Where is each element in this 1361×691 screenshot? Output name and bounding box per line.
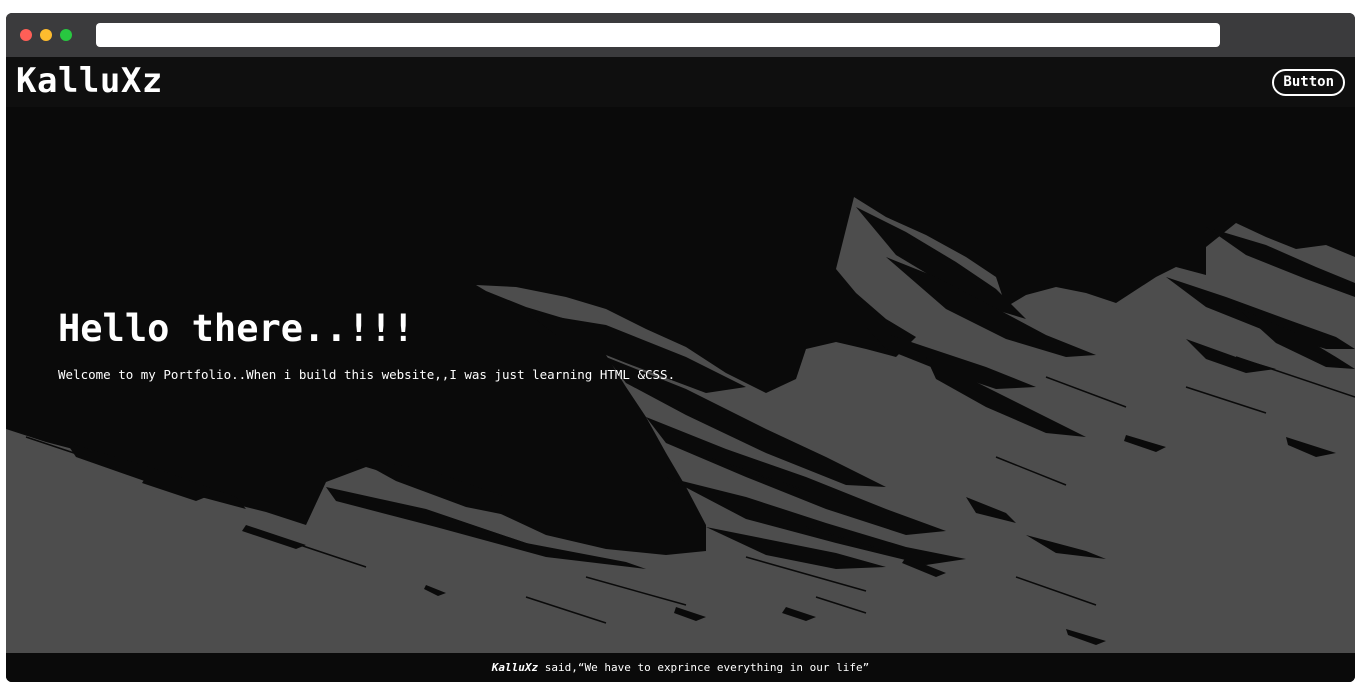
close-dot-icon[interactable] — [20, 29, 32, 41]
footer-quote: said,“We have to exprince everything in … — [538, 661, 870, 674]
nav-button[interactable]: Button — [1272, 69, 1345, 96]
hero-title: Hello there..!!! — [58, 307, 415, 350]
address-bar[interactable] — [96, 23, 1220, 47]
browser-titlebar — [6, 13, 1355, 57]
page-viewport: KalluXz Button Hello there..!!! Welcome … — [6, 57, 1355, 682]
top-navbar: KalluXz Button — [6, 57, 1355, 107]
footer: KalluXz said,“We have to exprince everyt… — [6, 653, 1355, 682]
hero-subtitle: Welcome to my Portfolio..When i build th… — [58, 367, 676, 382]
maximize-dot-icon[interactable] — [60, 29, 72, 41]
footer-author: KalluXz — [491, 661, 539, 674]
browser-window: KalluXz Button Hello there..!!! Welcome … — [6, 13, 1355, 682]
minimize-dot-icon[interactable] — [40, 29, 52, 41]
site-logo[interactable]: KalluXz — [16, 61, 163, 101]
